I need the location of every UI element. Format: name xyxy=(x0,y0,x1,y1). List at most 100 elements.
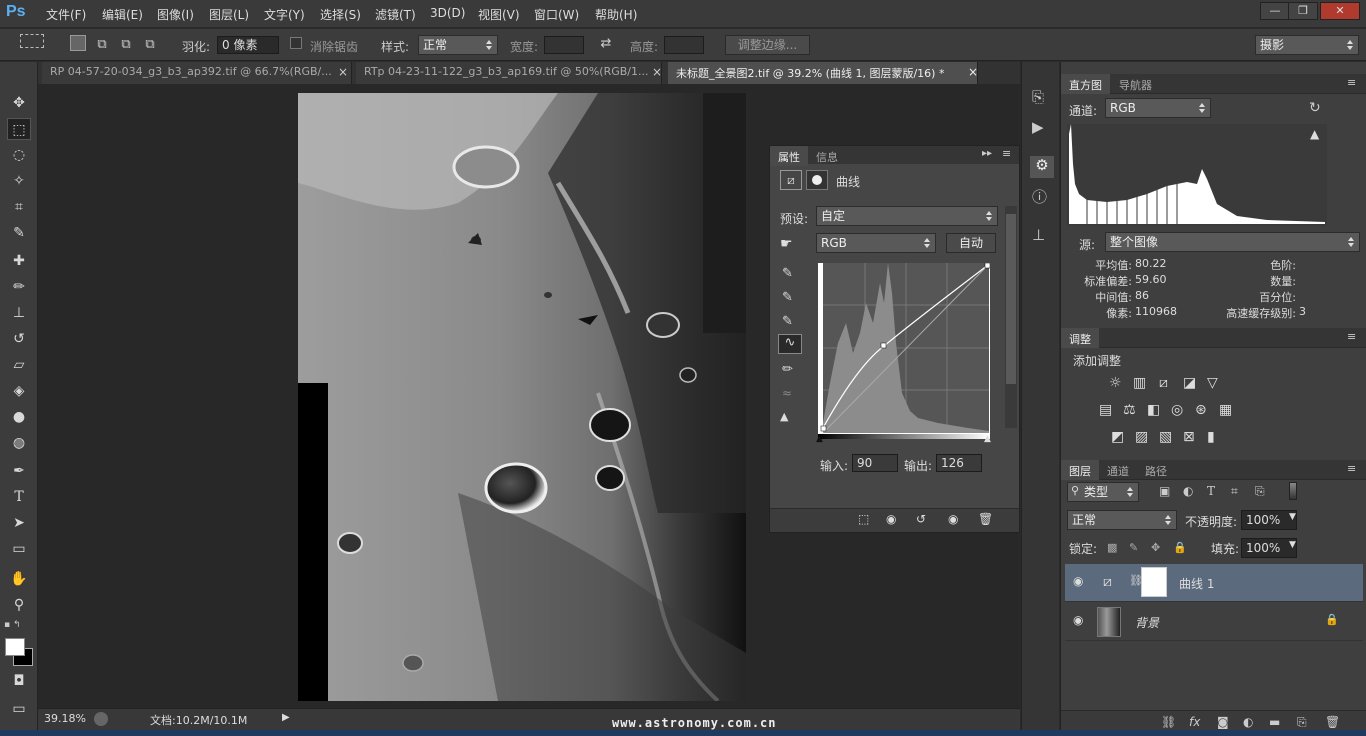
menu-window[interactable]: 窗口(W) xyxy=(534,6,579,23)
foreground-color-swatch[interactable] xyxy=(5,638,25,656)
paint-bucket-tool-icon[interactable]: ◈ xyxy=(7,380,31,402)
black-point-eyedropper-icon[interactable]: ✎ xyxy=(782,266,793,281)
add-mask-icon[interactable]: ◙ xyxy=(1217,715,1229,729)
link-layers-icon[interactable]: ⛓ xyxy=(1161,715,1176,729)
fill-dropdown-icon[interactable]: ▼ xyxy=(1289,540,1296,550)
zoom-tool-icon[interactable]: ⚲ xyxy=(7,594,31,616)
lasso-tool-icon[interactable]: ◌ xyxy=(7,144,31,166)
lock-transparent-icon[interactable]: ▩ xyxy=(1107,541,1117,554)
new-selection-icon[interactable] xyxy=(70,35,86,51)
curves-icon[interactable]: ⧄ xyxy=(1159,375,1168,391)
feather-input[interactable]: 0 像素 xyxy=(217,36,279,54)
antialias-checkbox[interactable] xyxy=(290,37,302,49)
layer-thumbnail[interactable] xyxy=(1097,607,1121,637)
status-info-icon[interactable] xyxy=(94,712,108,726)
preset-select[interactable]: 自定 xyxy=(816,206,998,226)
menu-filter[interactable]: 滤镜(T) xyxy=(375,6,416,23)
actions-panel-icon[interactable]: ▶ xyxy=(1032,118,1044,136)
minimize-button[interactable]: — xyxy=(1260,2,1290,20)
mask-icon[interactable] xyxy=(806,170,828,190)
moon-image[interactable] xyxy=(298,93,746,701)
clipping-warning-icon[interactable]: ▲ xyxy=(780,410,788,423)
marquee-tool-preset-icon[interactable] xyxy=(20,34,44,48)
lock-pixels-icon[interactable]: ✎ xyxy=(1129,541,1138,554)
pencil-draw-icon[interactable]: ✏ xyxy=(782,362,793,377)
panel-menu-icon[interactable]: ≡ xyxy=(1347,462,1356,475)
tab-document-2[interactable]: RTp 04-23-11-122_g3_b3_ap169.tif @ 50%(R… xyxy=(356,62,662,84)
eyedropper-tool-icon[interactable]: ✎ xyxy=(7,222,31,244)
tab-histogram[interactable]: 直方图 xyxy=(1061,74,1110,94)
invert-icon[interactable]: ◩ xyxy=(1111,429,1124,445)
zoom-level[interactable]: 39.18% xyxy=(44,712,86,725)
color-lookup-icon[interactable]: ▦ xyxy=(1219,402,1232,418)
smooth-curve-icon[interactable]: ≈ xyxy=(782,386,792,400)
default-colors-icon[interactable]: ▪ ↰ xyxy=(4,620,34,630)
layer-effects-icon[interactable]: fx xyxy=(1189,715,1200,729)
gradient-map-icon[interactable]: ▮ xyxy=(1207,429,1215,445)
menu-select[interactable]: 选择(S) xyxy=(320,6,361,23)
close-window-button[interactable]: ✕ xyxy=(1320,2,1360,20)
tab-document-3[interactable]: 未标题_全景图2.tif @ 39.2% (曲线 1, 图层蒙版/16) * xyxy=(668,62,978,84)
new-layer-icon[interactable]: ⎘ xyxy=(1297,715,1307,730)
type-tool-icon[interactable]: T xyxy=(7,486,31,508)
hue-saturation-icon[interactable]: ▤ xyxy=(1099,402,1112,418)
delete-layer-icon[interactable]: 🗑 xyxy=(1325,715,1340,729)
tab-info[interactable]: 信息 xyxy=(808,146,846,166)
path-selection-tool-icon[interactable]: ➤ xyxy=(7,512,31,534)
source-select[interactable]: 整个图像 xyxy=(1105,232,1360,252)
history-brush-tool-icon[interactable]: ↺ xyxy=(7,328,31,350)
exposure-icon[interactable]: ◪ xyxy=(1183,375,1196,391)
swap-dimensions-icon[interactable]: ⇄ xyxy=(596,34,616,54)
visibility-icon[interactable]: ◉ xyxy=(948,512,958,526)
tab-close-icon[interactable]: × xyxy=(652,65,662,79)
delete-icon[interactable]: 🗑 xyxy=(978,512,993,526)
tab-properties[interactable]: 属性 xyxy=(770,146,808,166)
curves-graph[interactable] xyxy=(818,263,990,435)
move-tool-icon[interactable]: ✥ xyxy=(7,92,31,114)
eraser-tool-icon[interactable]: ▱ xyxy=(7,354,31,376)
rectangular-marquee-tool-icon[interactable]: ⬚ xyxy=(7,118,31,140)
panel-menu-icon[interactable]: ≡ xyxy=(1002,147,1011,160)
hand-tool-icon[interactable]: ✋ xyxy=(7,568,31,590)
gray-point-eyedropper-icon[interactable]: ✎ xyxy=(782,290,793,305)
history-panel-icon[interactable]: ⎘ xyxy=(1032,88,1044,106)
curve-edit-icon[interactable]: ∿ xyxy=(778,334,802,354)
layer-name[interactable]: 背景 xyxy=(1135,614,1159,631)
new-group-icon[interactable]: ▬ xyxy=(1269,715,1280,729)
curves-input-field[interactable]: 90 xyxy=(852,454,898,472)
menu-view[interactable]: 视图(V) xyxy=(478,6,520,23)
status-menu-arrow-icon[interactable]: ▶ xyxy=(282,712,290,723)
tab-channels[interactable]: 通道 xyxy=(1099,460,1137,480)
properties-panel-icon[interactable]: ⚙ xyxy=(1030,156,1054,178)
filter-pixel-icon[interactable]: ▣ xyxy=(1159,484,1170,498)
restore-button[interactable]: ❐ xyxy=(1288,2,1318,20)
menu-layer[interactable]: 图层(L) xyxy=(209,6,249,23)
photo-filter-icon[interactable]: ◎ xyxy=(1171,402,1183,418)
add-selection-icon[interactable]: ⧉ xyxy=(94,35,110,52)
layer-visibility-icon[interactable]: ◉ xyxy=(1073,613,1083,627)
lock-position-icon[interactable]: ✥ xyxy=(1151,541,1160,554)
clip-to-layer-icon[interactable]: ⬚ xyxy=(858,512,869,526)
channel-mixer-icon[interactable]: ⊛ xyxy=(1195,402,1207,418)
tab-close-icon[interactable]: × xyxy=(338,65,348,79)
screen-mode-icon[interactable]: ▭ xyxy=(7,698,31,720)
layer-row-curves[interactable]: ◉ ⧄ ⛓ 曲线 1 xyxy=(1065,564,1363,602)
refresh-icon[interactable]: ↻ xyxy=(1309,100,1321,116)
pen-tool-icon[interactable]: ✒ xyxy=(7,460,31,482)
tab-close-icon[interactable]: × xyxy=(968,65,978,79)
on-image-adjust-icon[interactable]: ☛ xyxy=(780,236,793,252)
panel-menu-icon[interactable]: ≡ xyxy=(1347,330,1356,343)
menu-type[interactable]: 文字(Y) xyxy=(264,6,305,23)
healing-brush-tool-icon[interactable]: ✚ xyxy=(7,250,31,272)
width-input[interactable] xyxy=(544,36,584,54)
vibrance-icon[interactable]: ▽ xyxy=(1207,375,1218,391)
properties-scrollbar[interactable] xyxy=(1005,206,1017,428)
layer-visibility-icon[interactable]: ◉ xyxy=(1073,574,1083,588)
levels-icon[interactable]: ▥ xyxy=(1133,375,1146,391)
reset-icon[interactable]: ↺ xyxy=(916,512,926,526)
selective-color-icon[interactable]: ⊠ xyxy=(1183,429,1195,445)
filter-smart-object-icon[interactable]: ⎘ xyxy=(1255,484,1265,499)
intersect-selection-icon[interactable]: ⧉ xyxy=(142,35,158,52)
view-previous-icon[interactable]: ◉ xyxy=(886,512,896,526)
color-balance-icon[interactable]: ⚖ xyxy=(1123,402,1136,418)
